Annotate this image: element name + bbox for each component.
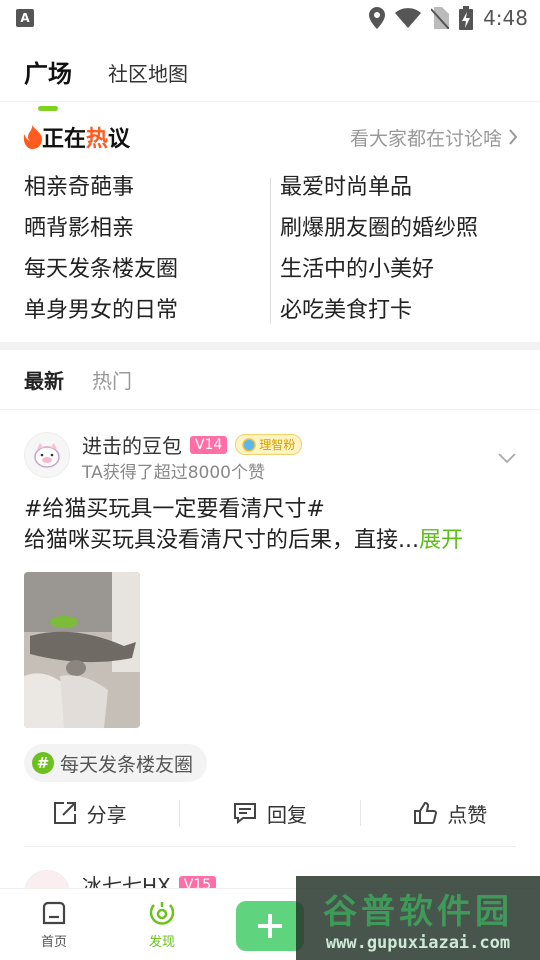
active-tab-indicator — [38, 106, 58, 111]
trending-header: 正在热议 看大家都在讨论啥 — [22, 122, 518, 152]
share-button[interactable]: 分享 — [0, 799, 179, 828]
wifi-icon — [395, 8, 422, 28]
share-label: 分享 — [86, 802, 127, 827]
author-like-summary: TA获得了超过8000个赞 — [82, 463, 265, 483]
feed-tab-bar: 最新 热门 — [0, 350, 540, 410]
post-divider — [24, 846, 516, 847]
post-body: 给猫咪买玩具没看清尺寸的后果，直接... — [24, 528, 419, 553]
post-body-line: 给猫咪买玩具没看清尺寸的后果，直接...展开 — [24, 525, 520, 556]
post-title: #给猫买玩具一定要看清尺寸# — [24, 497, 325, 522]
tab-plaza-label: 广场 — [24, 60, 72, 88]
post-author-row: 进击的豆包 V14 理智粉 — [82, 430, 303, 459]
nav-home-label: 首页 — [40, 935, 67, 950]
trending-title: 正在热议 — [22, 121, 130, 153]
top-tab-bar: 广场 社区地图 — [0, 36, 540, 111]
trending-topic[interactable]: 每天发条楼友圈 — [24, 246, 280, 287]
clock: 4:48 — [483, 6, 528, 30]
topic-tag-label: 每天发条楼友圈 — [60, 753, 194, 776]
share-icon — [53, 802, 76, 824]
post-action-bar: 分享 回复 点赞 — [0, 790, 540, 836]
create-post-button[interactable] — [236, 901, 304, 951]
trending-title-prefix: 正在 — [42, 127, 87, 152]
fan-badge: 理智粉 — [235, 434, 303, 455]
flame-icon — [23, 125, 42, 149]
cat-with-fish-toy-photo — [24, 572, 140, 728]
trending-title-suffix: 议 — [108, 127, 131, 152]
expand-link[interactable]: 展开 — [419, 528, 463, 553]
nav-discover[interactable]: 发现 — [108, 889, 216, 960]
trending-topic-grid: 相亲奇葩事 最爱时尚单品 晒背影相亲 刷爆朋友圈的婚纱照 每天发条楼友圈 生活中… — [24, 164, 524, 328]
fan-badge-label: 理智粉 — [259, 438, 296, 452]
home-icon — [42, 901, 66, 925]
username[interactable]: 进击的豆包 — [82, 430, 182, 459]
trending-more-label: 看大家都在讨论啥 — [349, 127, 502, 150]
chevron-right-icon — [509, 129, 518, 145]
trending-more-link[interactable]: 看大家都在讨论啥 — [350, 124, 518, 151]
thumbs-up-icon — [414, 801, 438, 824]
trending-column-divider — [270, 178, 271, 324]
like-label: 点赞 — [447, 802, 488, 827]
trending-topic[interactable]: 晒背影相亲 — [24, 205, 280, 246]
tab-community-map[interactable]: 社区地图 — [108, 58, 188, 87]
hashtag-icon: # — [32, 752, 54, 774]
discover-icon — [149, 902, 175, 925]
watermark-text: 谷普软件园 — [323, 891, 513, 932]
trending-topic[interactable]: 相亲奇葩事 — [24, 164, 280, 205]
topic-tag[interactable]: # 每天发条楼友圈 — [24, 744, 208, 782]
avatar[interactable] — [24, 432, 70, 478]
trending-section: 正在热议 看大家都在讨论啥 相亲奇葩事 最爱时尚单品 晒背影相亲 刷爆朋友圈的婚… — [0, 112, 540, 342]
trending-topic[interactable]: 最爱时尚单品 — [280, 164, 524, 205]
trending-title-hot: 热 — [86, 127, 109, 152]
like-button[interactable]: 点赞 — [361, 799, 540, 828]
level-badge: V14 — [190, 435, 228, 454]
nav-home[interactable]: 首页 — [0, 889, 108, 960]
status-bar: A 4:48 — [0, 0, 540, 36]
tab-community-map-label: 社区地图 — [108, 62, 188, 86]
trending-topic[interactable]: 单身男女的日常 — [24, 287, 280, 328]
location-icon — [369, 7, 386, 29]
nav-discover-label: 发现 — [148, 935, 175, 950]
medal-icon — [242, 437, 257, 452]
watermark-logo: 谷普软件园 www.gupuxiazai.com — [296, 876, 540, 960]
post-photo[interactable] — [24, 572, 140, 728]
reply-button[interactable]: 回复 — [180, 799, 359, 828]
trending-topic[interactable]: 生活中的小美好 — [280, 246, 524, 287]
watermark-url: www.gupuxiazai.com — [325, 932, 511, 953]
plus-icon — [258, 914, 282, 938]
tab-popular[interactable]: 热门 — [92, 365, 132, 394]
reply-label: 回复 — [266, 802, 307, 827]
tab-latest[interactable]: 最新 — [24, 365, 64, 394]
chevron-down-icon — [498, 453, 516, 464]
comment-icon — [233, 803, 256, 825]
pig-avatar-icon — [34, 443, 60, 468]
no-sim-icon — [431, 7, 450, 29]
post-text[interactable]: #给猫买玩具一定要看清尺寸# 给猫咪买玩具没看清尺寸的后果，直接...展开 — [24, 494, 520, 556]
section-separator — [0, 342, 540, 350]
trending-topic[interactable]: 必吃美食打卡 — [280, 287, 524, 328]
notification-a-icon: A — [16, 9, 34, 27]
post-card: 进击的豆包 V14 理智粉 TA获得了超过8000个赞 #给猫买玩具一定要看清尺… — [0, 420, 540, 850]
tab-plaza[interactable]: 广场 — [24, 54, 72, 111]
post-options-button[interactable] — [498, 448, 516, 467]
battery-charging-icon — [459, 6, 474, 30]
trending-topic[interactable]: 刷爆朋友圈的婚纱照 — [280, 205, 524, 246]
